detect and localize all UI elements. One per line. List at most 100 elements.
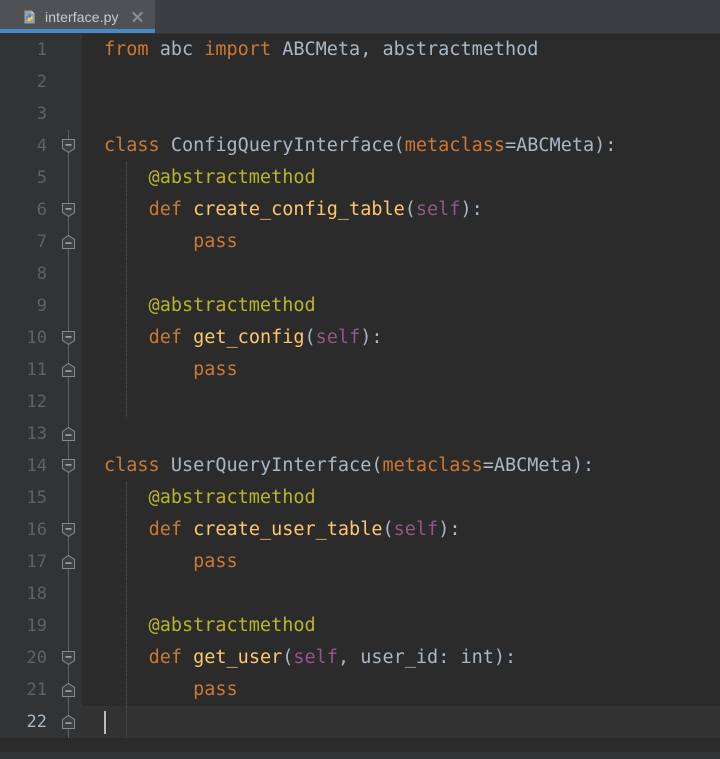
line-number: 13 [0, 418, 56, 450]
python-file-icon [22, 9, 38, 25]
fold-collapse-icon[interactable] [61, 522, 76, 538]
code-line[interactable]: 12 [0, 386, 720, 418]
code-line-text[interactable] [82, 418, 720, 450]
code-token: ( [393, 135, 405, 156]
code-line-text[interactable]: @abstractmethod [82, 162, 720, 194]
fold-gutter-cell[interactable] [56, 482, 82, 514]
fold-gutter-cell[interactable] [56, 258, 82, 290]
code-line[interactable]: 1 from abc import ABCMeta, abstractmethod [0, 34, 720, 66]
fold-collapse-icon[interactable] [61, 714, 76, 730]
code-line-text[interactable] [82, 386, 720, 418]
line-number: 12 [0, 386, 56, 418]
fold-gutter-cell[interactable] [56, 34, 82, 66]
code-line-text[interactable]: @abstractmethod [82, 482, 720, 514]
code-line-text[interactable] [82, 578, 720, 610]
fold-collapse-icon[interactable] [61, 202, 76, 218]
code-token: self [393, 519, 439, 540]
code-token: ( [282, 647, 294, 668]
code-line[interactable]: 10 def get_config(self): [0, 322, 720, 354]
fold-collapse-icon[interactable] [61, 330, 76, 346]
code-editor[interactable]: 1 from abc import ABCMeta, abstractmethod… [0, 34, 720, 751]
fold-gutter-cell[interactable] [56, 386, 82, 418]
fold-gutter-cell[interactable] [56, 578, 82, 610]
line-number: 20 [0, 642, 56, 674]
code-line[interactable]: 8 [0, 258, 720, 290]
fold-gutter-cell[interactable] [56, 546, 82, 578]
code-line[interactable]: 3 [0, 98, 720, 130]
fold-gutter-cell[interactable] [56, 66, 82, 98]
fold-gutter-cell[interactable] [56, 226, 82, 258]
code-line[interactable]: 6 def create_config_table(self): [0, 194, 720, 226]
fold-gutter-cell[interactable] [56, 162, 82, 194]
fold-gutter-cell[interactable] [56, 514, 82, 546]
code-token: , [337, 647, 361, 668]
code-line-text[interactable]: pass [82, 546, 720, 578]
code-token: pass [193, 551, 238, 572]
code-line-text[interactable]: def get_config(self): [82, 322, 720, 354]
code-line[interactable]: 9 @abstractmethod [0, 290, 720, 322]
code-line[interactable]: 11 pass [0, 354, 720, 386]
fold-collapse-icon[interactable] [61, 234, 76, 250]
fold-gutter-cell[interactable] [56, 706, 82, 738]
fold-gutter-cell[interactable] [56, 674, 82, 706]
code-line-text[interactable]: @abstractmethod [82, 610, 720, 642]
code-line[interactable]: 21 pass [0, 674, 720, 706]
code-line[interactable]: 16 def create_user_table(self): [0, 514, 720, 546]
fold-gutter-cell[interactable] [56, 642, 82, 674]
code-line[interactable]: 19 @abstractmethod [0, 610, 720, 642]
code-line[interactable]: 7 pass [0, 226, 720, 258]
fold-gutter-cell[interactable] [56, 130, 82, 162]
fold-collapse-icon[interactable] [61, 682, 76, 698]
fold-collapse-icon[interactable] [61, 138, 76, 154]
fold-gutter-cell[interactable] [56, 322, 82, 354]
fold-collapse-icon[interactable] [61, 458, 76, 474]
code-line[interactable]: 13 [0, 418, 720, 450]
code-line-text[interactable]: class UserQueryInterface(metaclass=ABCMe… [82, 450, 720, 482]
code-line-text[interactable]: class ConfigQueryInterface(metaclass=ABC… [82, 130, 720, 162]
code-line[interactable]: 15 @abstractmethod [0, 482, 720, 514]
code-line-text[interactable]: pass [82, 354, 720, 386]
fold-gutter-cell[interactable] [56, 194, 82, 226]
close-icon[interactable] [130, 9, 145, 24]
code-line-text[interactable]: def create_user_table(self): [82, 514, 720, 546]
code-line-text[interactable]: def create_config_table(self): [82, 194, 720, 226]
fold-gutter-cell[interactable] [56, 450, 82, 482]
code-line-text[interactable] [82, 98, 720, 130]
code-line-text[interactable]: pass [82, 226, 720, 258]
code-token: pass [193, 359, 238, 380]
code-line[interactable]: 18 [0, 578, 720, 610]
editor-tab-interface-py[interactable]: interface.py [0, 0, 155, 33]
fold-gutter-cell[interactable] [56, 610, 82, 642]
fold-gutter-cell[interactable] [56, 98, 82, 130]
code-line-text[interactable]: pass [82, 674, 720, 706]
code-line[interactable]: 2 [0, 66, 720, 98]
fold-collapse-icon[interactable] [61, 426, 76, 442]
code-line[interactable]: 4 class ConfigQueryInterface(metaclass=AB… [0, 130, 720, 162]
code-token: int [460, 647, 494, 668]
code-line-text[interactable] [82, 258, 720, 290]
line-number: 10 [0, 322, 56, 354]
fold-gutter-cell[interactable] [56, 418, 82, 450]
fold-gutter-cell[interactable] [56, 290, 82, 322]
code-line[interactable]: 17 pass [0, 546, 720, 578]
code-line[interactable]: 20 def get_user(self, user_id: int): [0, 642, 720, 674]
fold-spine [68, 386, 69, 418]
code-line-text[interactable]: def get_user(self, user_id: int): [82, 642, 720, 674]
code-token: ): [360, 327, 383, 348]
code-line[interactable]: 5 @abstractmethod [0, 162, 720, 194]
fold-collapse-icon[interactable] [61, 650, 76, 666]
line-number: 1 [0, 34, 56, 66]
code-line-text[interactable] [82, 66, 720, 98]
code-token: ): [493, 647, 517, 668]
code-line[interactable]: 14 class UserQueryInterface(metaclass=ABC… [0, 450, 720, 482]
fold-collapse-icon[interactable] [61, 362, 76, 378]
fold-gutter-cell[interactable] [56, 354, 82, 386]
code-line-text[interactable]: @abstractmethod [82, 290, 720, 322]
code-line[interactable]: 22 [0, 706, 720, 738]
code-line-text[interactable]: from abc import ABCMeta, abstractmethod [82, 34, 720, 66]
code-token: ( [382, 519, 394, 540]
fold-collapse-icon[interactable] [61, 554, 76, 570]
code-line-text[interactable] [82, 706, 720, 738]
